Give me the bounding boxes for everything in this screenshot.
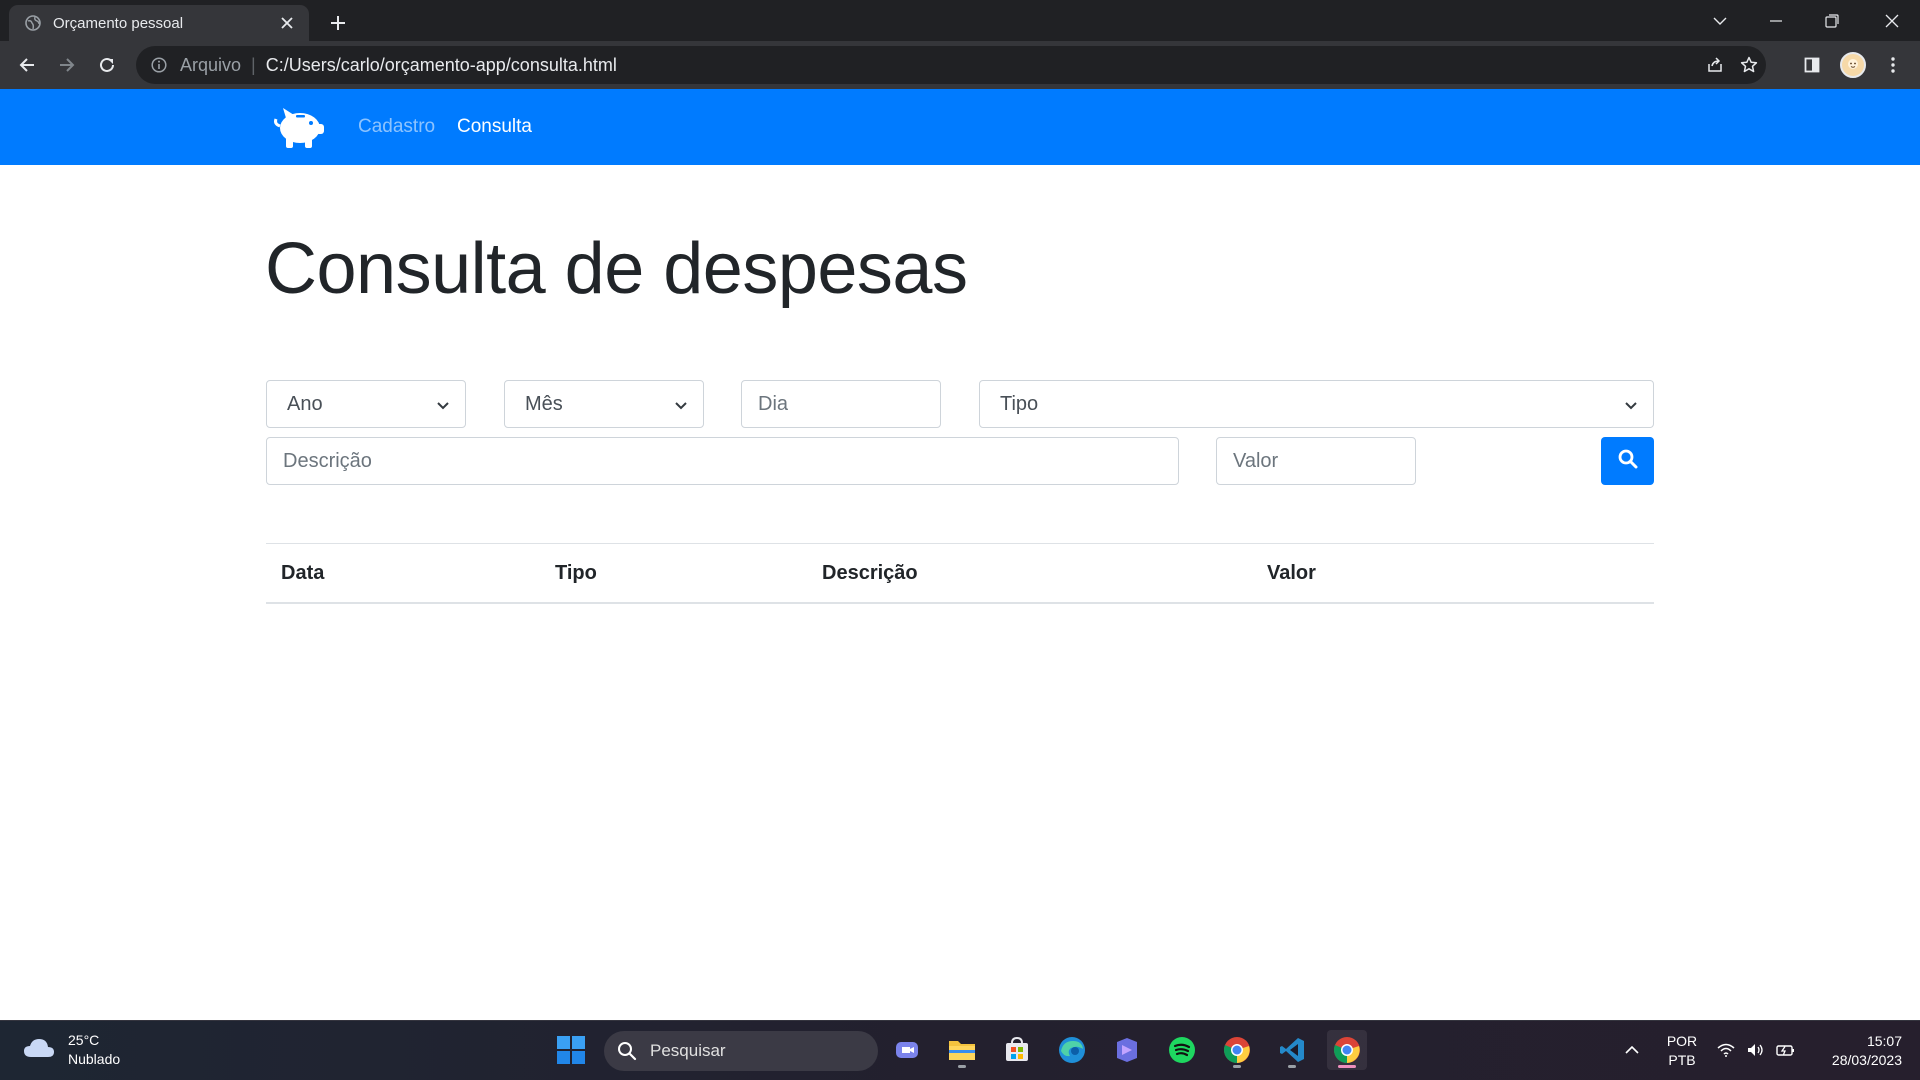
running-indicator	[958, 1065, 966, 1068]
tipo-select[interactable]: Tipo	[979, 380, 1654, 428]
browser-tab-bar: Orçamento pessoal	[0, 0, 1920, 41]
address-bar[interactable]: Arquivo | C:/Users/carlo/orçamento-app/c…	[136, 46, 1766, 84]
active-indicator	[1338, 1065, 1356, 1068]
piggy-bank-icon[interactable]	[272, 104, 326, 150]
table-header-tipo[interactable]: Tipo	[555, 562, 597, 585]
chevron-down-icon	[435, 396, 451, 412]
weather-temp: 25°C	[68, 1032, 100, 1048]
reload-button[interactable]	[91, 49, 123, 81]
cloud-icon	[22, 1036, 56, 1065]
url-text[interactable]: C:/Users/carlo/orçamento-app/consulta.ht…	[266, 55, 617, 76]
copilot-icon[interactable]	[1107, 1030, 1147, 1070]
browser-tab[interactable]: Orçamento pessoal	[9, 5, 309, 41]
valor-input[interactable]: Valor	[1216, 437, 1416, 485]
side-panel-icon[interactable]	[1796, 49, 1828, 81]
tipo-select-value: Tipo	[1000, 392, 1039, 415]
close-window-button[interactable]	[1864, 0, 1920, 41]
back-button[interactable]	[11, 49, 43, 81]
table-header-data[interactable]: Data	[281, 562, 324, 585]
url-protocol: Arquivo	[180, 54, 242, 75]
weather-condition: Nublado	[68, 1051, 121, 1067]
table-header-descricao[interactable]: Descrição	[822, 562, 918, 585]
ano-select[interactable]: Ano	[266, 380, 466, 428]
spotify-icon[interactable]	[1162, 1030, 1202, 1070]
app-navbar: Cadastro Consulta	[0, 89, 1920, 165]
taskbar-search[interactable]: Pesquisar	[604, 1031, 878, 1071]
dia-input[interactable]: Dia	[741, 380, 941, 428]
chevron-up-icon[interactable]	[1612, 1030, 1652, 1070]
running-indicator	[1233, 1065, 1241, 1068]
taskbar-clock[interactable]: 15:07 28/03/2023	[1812, 1032, 1902, 1070]
language-line1: POR	[1666, 1033, 1698, 1049]
clock-date: 28/03/2023	[1831, 1052, 1902, 1068]
weather-widget[interactable]: 25°C Nublado	[22, 1031, 120, 1069]
restore-button[interactable]	[1804, 0, 1860, 41]
language-indicator[interactable]: POR PTB	[1664, 1032, 1700, 1070]
mes-select-value: Mês	[525, 392, 563, 415]
tab-title: Orçamento pessoal	[53, 14, 184, 32]
site-info-icon[interactable]	[150, 56, 168, 74]
chrome-active-icon[interactable]	[1327, 1030, 1367, 1070]
language-line2: PTB	[1668, 1052, 1696, 1068]
chevron-down-icon	[1623, 396, 1639, 412]
close-tab-icon[interactable]	[277, 13, 297, 33]
search-icon	[1618, 449, 1638, 474]
bookmark-star-icon[interactable]	[1732, 46, 1766, 84]
microsoft-store-icon[interactable]	[997, 1030, 1037, 1070]
start-windows-icon[interactable]	[551, 1030, 591, 1070]
page-title: Consulta de despesas	[265, 229, 968, 309]
forward-button[interactable]	[51, 49, 83, 81]
nav-link-cadastro[interactable]: Cadastro	[358, 116, 435, 138]
minimize-button[interactable]	[1748, 0, 1804, 41]
share-icon[interactable]	[1698, 46, 1732, 84]
search-icon	[616, 1040, 638, 1062]
browser-toolbar: Arquivo | C:/Users/carlo/orçamento-app/c…	[0, 41, 1920, 89]
chrome-icon[interactable]	[1217, 1030, 1257, 1070]
expenses-table: Data Tipo Descrição Valor	[266, 543, 1654, 604]
vscode-icon[interactable]	[1272, 1030, 1312, 1070]
url-separator: |	[251, 54, 256, 75]
ano-select-value: Ano	[287, 392, 323, 415]
file-explorer-icon[interactable]	[942, 1030, 982, 1070]
browser-menu-icon[interactable]	[1877, 49, 1909, 81]
search-button[interactable]	[1601, 437, 1654, 485]
nav-link-consulta[interactable]: Consulta	[457, 116, 532, 138]
running-indicator	[1288, 1065, 1296, 1068]
taskbar-search-placeholder: Pesquisar	[650, 1041, 726, 1060]
teams-chat-icon[interactable]	[887, 1030, 927, 1070]
tab-search-chevron-icon[interactable]	[1692, 0, 1748, 41]
profile-avatar[interactable]	[1837, 49, 1869, 81]
chevron-down-icon	[673, 396, 689, 412]
globe-icon	[25, 15, 41, 31]
taskbar: 25°C Nublado Pesquisar POR PTB 15:07 28/…	[0, 1020, 1920, 1080]
edge-browser-icon[interactable]	[1052, 1030, 1092, 1070]
clock-time: 15:07	[1866, 1033, 1902, 1049]
new-tab-button[interactable]	[324, 9, 352, 37]
mes-select[interactable]: Mês	[504, 380, 704, 428]
table-header-valor[interactable]: Valor	[1267, 562, 1316, 585]
descricao-input[interactable]: Descrição	[266, 437, 1179, 485]
battery-icon[interactable]	[1768, 1030, 1804, 1070]
